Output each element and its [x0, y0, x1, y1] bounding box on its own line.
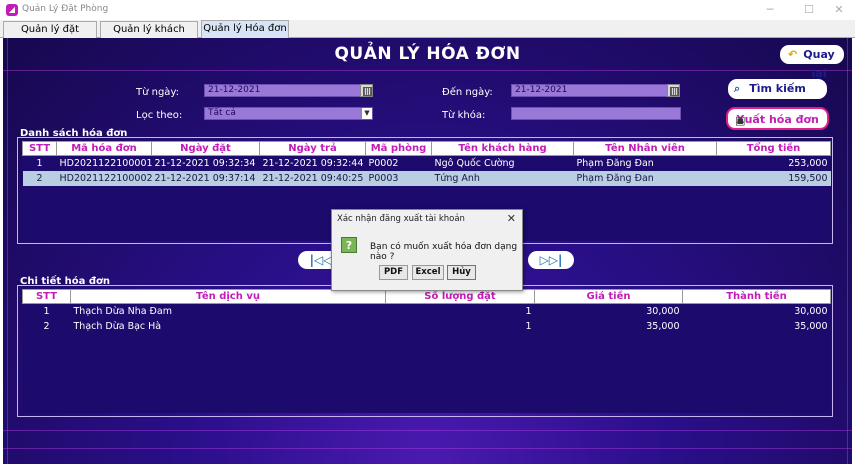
- back-button[interactable]: ↶ Quay lại: [780, 45, 844, 80]
- page-title: QUẢN LÝ HÓA ĐƠN: [334, 44, 521, 64]
- invoice-cell: 21-12-2021 09:32:44: [262, 157, 364, 169]
- invoice-cell: 21-12-2021 09:32:34: [154, 157, 256, 169]
- close-icon[interactable]: ✕: [824, 0, 854, 20]
- detail-cell: 35,000: [646, 320, 680, 332]
- filter-label: Lọc theo:: [136, 110, 183, 121]
- detail-row[interactable]: 2 Thạch Dừa Bạc Hà 1 35,000 35,000: [23, 319, 831, 334]
- invoice-column-header[interactable]: Ngày trả: [259, 141, 366, 156]
- search-icon: ⌕: [734, 82, 741, 95]
- dialog-message: Bạn có muốn xuất hóa đơn dạng nào ?: [370, 242, 518, 262]
- maximize-icon[interactable]: ☐: [794, 0, 824, 20]
- from-date-field[interactable]: 21-12-2021: [204, 84, 361, 97]
- search-button[interactable]: ⌕ Tìm kiếm: [728, 79, 827, 99]
- search-button-label: Tìm kiếm: [749, 82, 806, 95]
- to-date-field[interactable]: 21-12-2021: [511, 84, 668, 97]
- window-titlebar: ◢ Quản Lý Đặt Phòng ─ ☐ ✕: [0, 0, 855, 20]
- invoice-cell: 21-12-2021 09:37:14: [151, 170, 260, 186]
- tab-customers[interactable]: Quản lý khách hàng: [100, 21, 198, 50]
- printer-icon: ▣: [735, 114, 746, 127]
- invoice-column-header[interactable]: Mã hóa đơn: [56, 141, 152, 156]
- invoice-row[interactable]: 1 HD2021122100001 21-12-2021 09:32:34 21-12…: [23, 156, 831, 171]
- detail-column-header[interactable]: Giá tiền: [534, 289, 683, 304]
- detail-table: STT Tên dịch vụ Số lượng đặt Giá tiền Thành …: [22, 289, 831, 334]
- filter-select-value: Tất cả: [208, 108, 236, 118]
- keyword-label: Từ khóa:: [442, 110, 486, 121]
- tab-room-booking[interactable]: Quản lý đặt phòng: [3, 21, 97, 50]
- invoice-column-header[interactable]: STT: [22, 141, 57, 156]
- invoice-column-header[interactable]: Tổng tiền: [716, 141, 831, 156]
- app-icon: ◢: [6, 4, 18, 16]
- back-arrow-icon: ↶: [788, 48, 798, 61]
- pdf-button[interactable]: PDF: [379, 265, 408, 280]
- detail-cell: Thạch Dừa Bạc Hà: [73, 320, 162, 332]
- tab-strip: Quản lý đặt phòng Quản lý khách hàng Quả…: [0, 20, 855, 50]
- invoice-cell: Phạm Đăng Đan: [576, 157, 654, 169]
- invoice-column-header[interactable]: Tên khách hàng: [431, 141, 574, 156]
- invoice-row[interactable]: 2 HD2021122100002 21-12-2021 09:37:14 21-12…: [22, 170, 831, 186]
- invoice-cell: 2: [22, 170, 57, 186]
- export-invoice-label: Xuất hóa đơn: [736, 113, 819, 126]
- detail-cell: 30,000: [646, 305, 680, 317]
- detail-column-header[interactable]: Thành tiền: [682, 289, 831, 304]
- detail-cell: Thạch Dừa Nha Đam: [73, 305, 173, 317]
- minimize-icon[interactable]: ─: [755, 0, 785, 20]
- invoice-column-header[interactable]: Mã phòng: [365, 141, 432, 156]
- to-calendar-icon[interactable]: [667, 84, 680, 97]
- invoice-column-header[interactable]: Tên Nhân viên: [573, 141, 717, 156]
- invoice-cell: 253,000: [788, 157, 828, 169]
- invoice-cell: HD2021122100001: [59, 157, 152, 169]
- chevron-down-icon[interactable]: ▼: [361, 108, 372, 119]
- detail-cell: 2: [43, 320, 50, 332]
- filter-select[interactable]: Tất cả ▼: [204, 107, 373, 120]
- back-button-label: Quay lại: [803, 48, 835, 80]
- invoice-cell: Phạm Đăng Đan: [573, 170, 717, 186]
- invoice-cell: 21-12-2021 09:40:25: [259, 170, 366, 186]
- from-calendar-icon[interactable]: [360, 84, 373, 97]
- detail-cell: 35,000: [794, 320, 828, 332]
- window-title: Quản Lý Đặt Phòng: [22, 4, 109, 14]
- detail-column-header[interactable]: STT: [22, 289, 71, 304]
- excel-button[interactable]: Excel: [412, 265, 444, 280]
- from-date-label: Từ ngày:: [136, 87, 179, 98]
- invoice-cell: 1: [36, 157, 43, 169]
- invoice-column-header[interactable]: Ngày đặt: [151, 141, 260, 156]
- detail-column-header[interactable]: Số lượng đặt: [385, 289, 535, 304]
- export-invoice-button[interactable]: ▣ Xuất hóa đơn: [726, 107, 829, 130]
- detail-cell: 1: [43, 305, 50, 317]
- detail-cell: 1: [525, 320, 532, 332]
- detail-cell: 1: [525, 305, 532, 317]
- invoice-table: STT Mã hóa đơn Ngày đặt Ngày trả Mã phòng Tên…: [22, 141, 831, 186]
- invoice-cell: Tứng Anh: [431, 170, 574, 186]
- question-icon: ?: [341, 237, 357, 253]
- tab-invoices[interactable]: Quản lý Hóa đơn: [201, 20, 289, 38]
- invoice-cell: P0003: [365, 170, 432, 186]
- detail-column-header[interactable]: Tên dịch vụ: [70, 289, 386, 304]
- invoice-cell: 159,500: [716, 170, 831, 186]
- detail-row[interactable]: 1 Thạch Dừa Nha Đam 1 30,000 30,000: [23, 304, 831, 319]
- detail-cell: 30,000: [794, 305, 828, 317]
- invoice-cell: HD2021122100002: [56, 170, 152, 186]
- dialog-title: Xác nhận đăng xuất tài khoản: [337, 214, 465, 224]
- cancel-button[interactable]: Hủy: [447, 265, 476, 280]
- dialog-close-icon[interactable]: ✕: [507, 212, 516, 225]
- invoice-cell: P0002: [368, 157, 399, 169]
- export-format-dialog: Xác nhận đăng xuất tài khoản ✕ ? Bạn có …: [331, 209, 523, 291]
- to-date-label: Đến ngày:: [442, 87, 493, 98]
- last-page-button[interactable]: ▷▷|: [528, 251, 574, 269]
- invoice-cell: Ngô Quốc Cường: [434, 157, 515, 169]
- keyword-input[interactable]: [511, 107, 681, 120]
